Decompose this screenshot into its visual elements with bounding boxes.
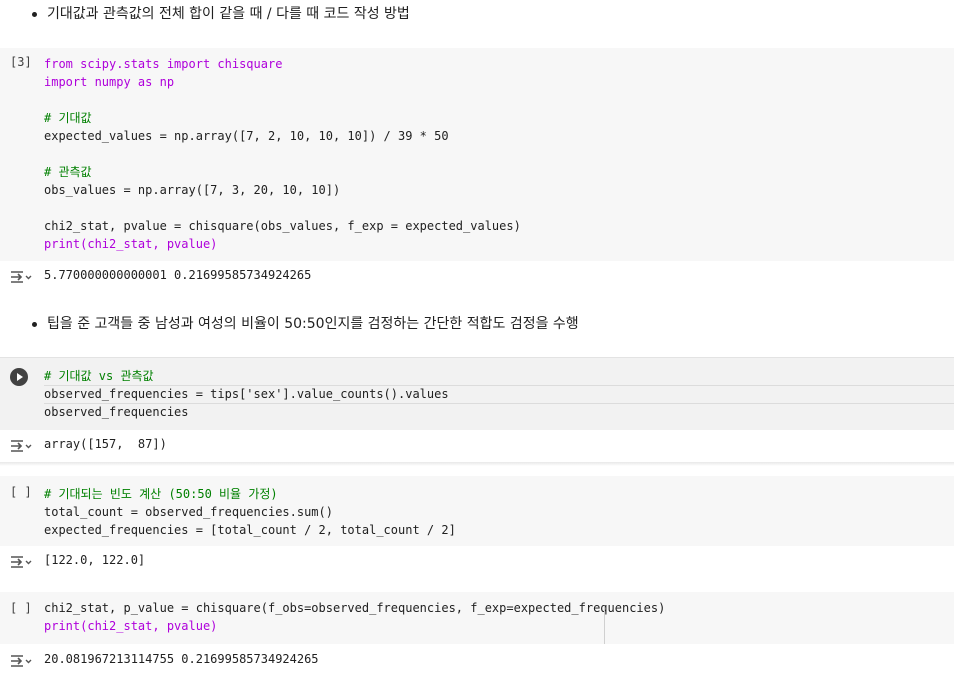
execution-count: [ ] [10,485,32,499]
code-line: observed_frequencies [44,403,449,421]
markdown-cell[interactable]: 팁을 준 고객들 중 남성과 여성의 비율이 50:50인지를 검정하는 간단한… [0,310,954,340]
code-cell-focused[interactable]: # 기대값 vs 관측값 observed_frequencies = tips… [0,357,954,431]
code-token: print(chi2_stat, pvalue) [44,619,218,633]
bullet-icon [32,322,37,327]
code-token: observed_frequencies = tips['sex'].value… [44,387,449,401]
code-line: from scipy.stats import chisquare [44,55,521,73]
code-editor[interactable]: # 기대되는 빈도 계산 (50:50 비율 가정) total_count =… [44,485,456,539]
code-line: # 기대값 [44,109,521,127]
ruler-line [604,606,605,644]
code-line: chi2_stat, pvalue = chisquare(obs_values… [44,217,521,235]
code-token: from scipy.stats import chisquare [44,57,283,71]
markdown-text: 기대값과 관측값의 전체 합이 같을 때 / 다를 때 코드 작성 방법 [47,6,410,22]
code-editor[interactable]: from scipy.stats import chisquare import… [44,55,521,253]
code-line: import numpy as np [44,73,521,91]
play-icon[interactable] [10,368,28,386]
code-token: observed_frequencies [44,405,189,419]
output-text: [122.0, 122.0] [44,553,146,567]
code-cell[interactable]: [ ] chi2_stat, p_value = chisquare(f_obs… [0,592,954,644]
code-line: chi2_stat, p_value = chisquare(f_obs=obs… [44,599,665,617]
output-toggle-icon[interactable] [9,438,33,454]
code-line: observed_frequencies = tips['sex'].value… [44,385,449,403]
code-token: chi2_stat, pvalue = chisquare(obs_values… [44,219,521,233]
code-token: chi2_stat, p_value = chisquare(f_obs=obs… [44,601,666,615]
cell-output: [122.0, 122.0] [0,546,954,578]
code-token: # 기대값 vs 관측값 [44,369,154,383]
code-line: # 기대되는 빈도 계산 (50:50 비율 가정) [44,485,456,503]
cell-divider [0,462,954,466]
output-text: 20.081967213114755 0.21699585734924265 [44,652,319,666]
code-editor[interactable]: chi2_stat, p_value = chisquare(f_obs=obs… [44,599,665,635]
code-cell[interactable]: [ ] # 기대되는 빈도 계산 (50:50 비율 가정) total_cou… [0,476,954,546]
output-toggle-icon[interactable] [9,653,33,669]
code-token: # 기대되는 빈도 계산 (50:50 비율 가정) [44,487,278,501]
code-token: import numpy as np [44,75,175,89]
cell-output: array([157, 87]) [0,430,954,464]
output-toggle-icon[interactable] [9,554,33,570]
code-line: # 기대값 vs 관측값 [44,367,449,385]
code-line: total_count = observed_frequencies.sum() [44,503,456,521]
code-line: # 관측값 [44,163,521,181]
output-text: 5.770000000000001 0.21699585734924265 [44,268,312,282]
bullet-icon [32,12,37,17]
code-line: expected_values = np.array([7, 2, 10, 10… [44,127,521,145]
code-token: obs_values = np.array([7, 3, 20, 10, 10]… [44,183,341,197]
code-line: print(chi2_stat, pvalue) [44,617,665,635]
code-line: obs_values = np.array([7, 3, 20, 10, 10]… [44,181,521,199]
cell-output: 5.770000000000001 0.21699585734924265 [0,261,954,293]
code-token: # 기대값 [44,111,92,125]
code-line: expected_frequencies = [total_count / 2,… [44,521,456,539]
code-token: total_count = observed_frequencies.sum() [44,505,333,519]
output-text: array([157, 87]) [44,437,167,451]
markdown-cell[interactable]: 기대값과 관측값의 전체 합이 같을 때 / 다를 때 코드 작성 방법 [0,0,954,30]
markdown-text: 팁을 준 고객들 중 남성과 여성의 비율이 50:50인지를 검정하는 간단한… [47,316,579,332]
code-line: print(chi2_stat, pvalue) [44,235,521,253]
output-toggle-icon[interactable] [9,269,33,285]
code-token: print(chi2_stat, pvalue) [44,237,218,251]
code-token: expected_frequencies = [total_count / 2,… [44,523,456,537]
execution-count: [ ] [10,601,32,615]
cell-output: 20.081967213114755 0.21699585734924265 [0,644,954,687]
execution-count: [3] [10,55,32,69]
code-cell[interactable]: [3] from scipy.stats import chisquare im… [0,48,954,261]
code-editor[interactable]: # 기대값 vs 관측값 observed_frequencies = tips… [44,367,449,421]
code-token: expected_values = np.array([7, 2, 10, 10… [44,129,449,143]
code-token: # 관측값 [44,165,92,179]
